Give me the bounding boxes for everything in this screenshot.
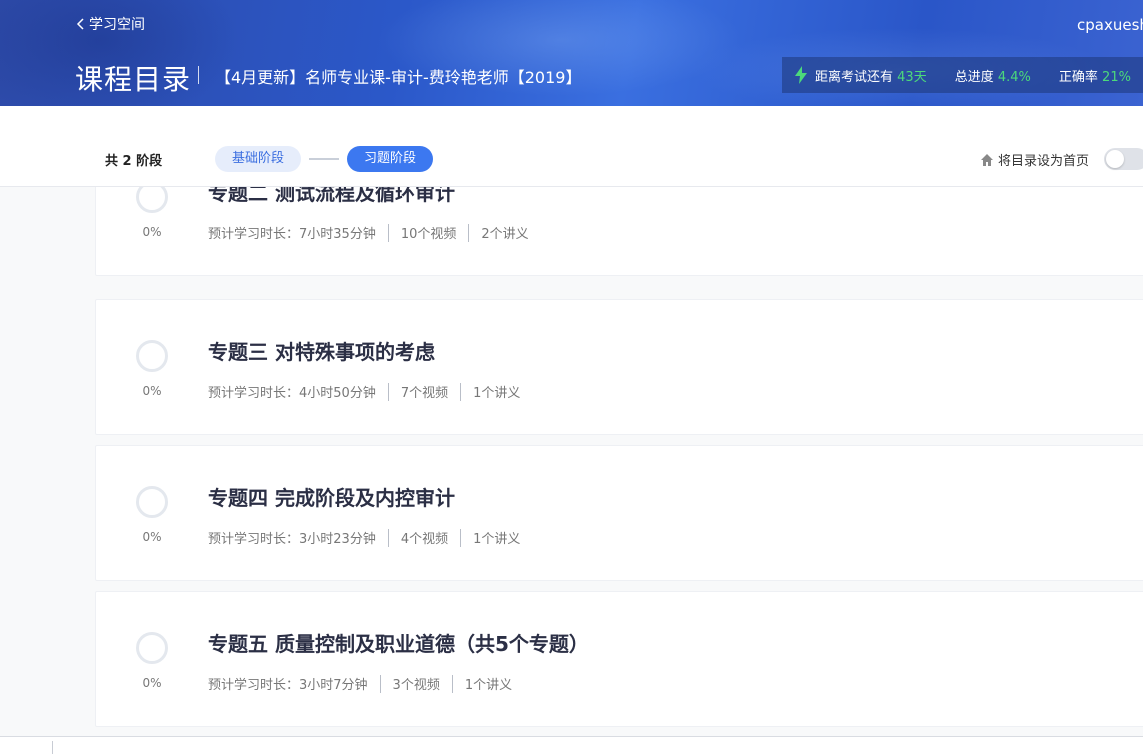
exam-countdown-value: 43天 [897,69,927,85]
topic-list: 0% 专题二 测试流程及循环审计 预计学习时长：7小时35分钟 10个视频 2个… [0,187,1143,736]
exam-countdown: 距离考试还有 43天 [815,66,927,85]
topic-videos: 3个视频 [392,678,440,693]
total-progress: 总进度 4.4% [955,66,1031,85]
homepage-toggle[interactable] [1104,148,1143,170]
progress-ring [136,632,168,664]
progress-ring [136,187,168,213]
back-link-label: 学习空间 [89,17,145,33]
stage-bar: 共 2 阶段 基础阶段 习题阶段 将目录设为首页 [0,106,1143,187]
meta-divider [379,674,381,693]
topic-duration: 预计学习时长：3小时7分钟 [208,678,368,693]
topic-videos: 7个视频 [400,386,449,401]
meta-divider [460,528,462,547]
topic-duration: 预计学习时长：4小时50分钟 [208,386,376,401]
page-title: 课程目录 [75,63,192,96]
stage-tab-basic[interactable]: 基础阶段 [215,146,301,172]
topic-duration: 预计学习时长：7小时35分钟 [208,227,376,242]
topic-card-3[interactable]: 0% 专题三 对特殊事项的考虑 预计学习时长：4小时50分钟 7个视频 1个讲义 [95,299,1143,435]
course-name: 【4月更新】名师专业课-审计-费玲艳老师【2019】 [215,68,582,87]
topic-title: 专题五 质量控制及职业道德（共5个专题） [208,632,589,656]
topic-meta: 预计学习时长：4小时50分钟 7个视频 1个讲义 [208,382,520,401]
title-divider [198,66,199,84]
topic-videos: 4个视频 [400,532,449,547]
topic-card-2[interactable]: 0% 专题二 测试流程及循环审计 预计学习时长：7小时35分钟 10个视频 2个… [95,187,1143,276]
back-to-study-space-link[interactable]: 学习空间 [76,14,145,34]
topic-videos: 10个视频 [400,227,457,242]
topic-title: 专题三 对特殊事项的考虑 [208,340,435,364]
chevron-left-icon [76,18,84,30]
meta-divider [387,528,389,547]
topic-handouts: 2个讲义 [481,227,529,242]
toggle-knob [1106,150,1124,168]
meta-divider [460,382,462,401]
bottom-strip [0,736,1143,754]
accuracy: 正确率 21% [1059,66,1131,85]
stage-tab-practice[interactable]: 习题阶段 [347,146,433,172]
progress-percent: 0% [142,384,162,398]
total-progress-value: 4.4% [997,69,1031,85]
accuracy-label: 正确率 [1058,69,1098,85]
stage-count: 共 2 阶段 [105,154,163,169]
topic-meta: 预计学习时长：3小时7分钟 3个视频 1个讲义 [208,674,512,693]
topic-meta: 预计学习时长：7小时35分钟 10个视频 2个讲义 [208,223,529,242]
progress-percent: 0% [142,676,162,690]
topic-handouts: 1个讲义 [473,386,521,401]
stage-connector [309,158,339,160]
topic-title: 专题四 完成阶段及内控审计 [208,486,455,510]
progress-ring [136,340,168,372]
topic-meta: 预计学习时长：3小时23分钟 4个视频 1个讲义 [208,528,520,547]
progress-ring [136,486,168,518]
stats-panel: 距离考试还有 43天 总进度 4.4% 正确率 21% [782,57,1143,93]
meta-divider [451,674,453,693]
exam-countdown-label: 距离考试还有 [815,69,894,85]
meta-divider [387,382,389,401]
divider [52,741,53,754]
topic-handouts: 1个讲义 [473,532,521,547]
meta-divider [468,223,470,242]
progress-percent: 0% [142,225,162,239]
topic-handouts: 1个讲义 [464,678,513,693]
header-banner: 学习空间 cpaxueshu 课程目录 【4月更新】名师专业课-审计-费玲艳老师… [0,0,1143,106]
set-as-homepage-label: 将目录设为首页 [998,154,1090,169]
topic-card-5[interactable]: 0% 专题五 质量控制及职业道德（共5个专题） 预计学习时长：3小时7分钟 3个… [95,591,1143,727]
accuracy-value: 21% [1102,69,1131,85]
topic-title: 专题二 测试流程及循环审计 [208,187,455,205]
home-icon [981,153,993,166]
meta-divider [387,223,389,242]
topic-duration: 预计学习时长：3小时23分钟 [208,532,376,547]
progress-percent: 0% [142,530,162,544]
topic-card-4[interactable]: 0% 专题四 完成阶段及内控审计 预计学习时长：3小时23分钟 4个视频 1个讲… [95,445,1143,581]
total-progress-label: 总进度 [954,69,994,85]
lightning-icon [795,66,807,84]
set-as-homepage: 将目录设为首页 [980,150,1089,169]
username[interactable]: cpaxueshu [1077,16,1143,34]
